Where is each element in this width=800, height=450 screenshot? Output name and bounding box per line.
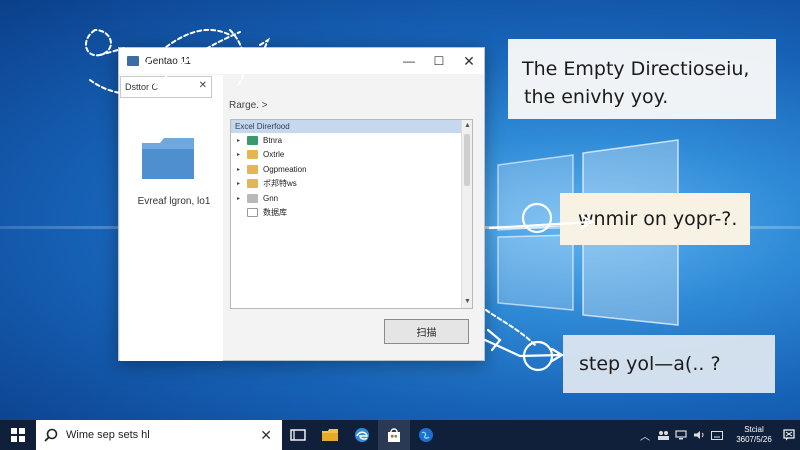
folder-gray-icon <box>247 193 258 203</box>
folder-label: Evreaf lgron, lo1 <box>137 196 211 207</box>
clock-time: Stcial <box>744 425 764 434</box>
window-title: Gentao 11 <box>145 55 191 67</box>
file-icon <box>247 208 258 218</box>
clock-date: 3607/5/26 <box>736 435 772 444</box>
task-view-icon[interactable] <box>282 420 314 450</box>
taskbar: Wime sep sets hl ✕ ︿ Stcial 3607/5/26 <box>0 420 800 450</box>
people-icon[interactable] <box>654 420 672 450</box>
tree-item-label: Gnn <box>263 193 279 203</box>
keyboard-icon[interactable] <box>708 420 726 450</box>
taskbar-search[interactable]: Wime sep sets hl ✕ <box>36 420 282 450</box>
folder-icon <box>247 164 258 174</box>
title-bar[interactable]: Gentao 11 — ☐ ✕ <box>119 48 484 74</box>
folder-green-icon <box>247 135 258 145</box>
folder-icon[interactable] <box>140 135 196 181</box>
search-icon <box>44 428 58 442</box>
folder-icon <box>247 179 258 189</box>
start-button[interactable] <box>0 420 36 450</box>
callout-top-line1: The Empty Directioseiu, <box>522 58 750 80</box>
drive-tab-label: Dsttor C <box>125 82 159 92</box>
maximize-button[interactable]: ☐ <box>424 48 454 74</box>
tree-item[interactable]: ▸ Btnra <box>231 133 472 148</box>
scan-button[interactable]: 扫描 <box>384 319 469 344</box>
directory-list[interactable]: Excel Direrfood ▸ Btnra ▸ Oxtrle ▸ Ogpme… <box>230 119 473 309</box>
tree-item-label: 数据库 <box>263 208 287 218</box>
callout-top: The Empty Directioseiu, the enivhy yoy. <box>508 39 776 119</box>
breadcrumb[interactable]: Rarge. > <box>229 100 268 111</box>
close-button[interactable]: ✕ <box>454 48 484 74</box>
callout-bottom: step yol—a(.. ? <box>563 335 775 393</box>
tree-item-label: Ogpmeation <box>263 164 307 174</box>
network-icon[interactable] <box>672 420 690 450</box>
minimize-button[interactable]: — <box>394 48 424 74</box>
scroll-thumb[interactable] <box>464 134 470 186</box>
tree-item[interactable]: 数据库 <box>231 206 472 221</box>
list-header[interactable]: Excel Direrfood <box>231 120 472 133</box>
tree-item[interactable]: ▸ Gnn <box>231 191 472 206</box>
tree-item-label: Oxtrle <box>263 150 285 160</box>
tab-close-icon[interactable]: ✕ <box>199 80 207 91</box>
tree-item-label: Btnra <box>263 135 283 145</box>
folder-icon <box>247 150 258 160</box>
expand-arrow-icon[interactable]: ▸ <box>237 166 247 173</box>
left-pane: Dsttor C ✕ Evreaf lgron, lo1 <box>120 75 223 361</box>
expand-arrow-icon[interactable]: ▸ <box>237 180 247 187</box>
tree-item-label: ポ邦特ws <box>263 179 297 189</box>
file-explorer-icon[interactable] <box>314 420 346 450</box>
scroll-down-icon[interactable]: ▼ <box>462 296 473 308</box>
file-explorer-window: Gentao 11 — ☐ ✕ Dsttor C ✕ Evreaf lgron,… <box>118 47 485 361</box>
notification-icon[interactable] <box>778 420 800 450</box>
drive-tab[interactable]: Dsttor C ✕ <box>120 76 212 98</box>
directory-dialog: Excel Direrfood ▸ Btnra ▸ Oxtrle ▸ Ogpme… <box>227 114 482 358</box>
expand-arrow-icon[interactable]: ▸ <box>237 137 247 144</box>
store-icon[interactable] <box>378 420 410 450</box>
callout-top-line2: the enivhy yoy. <box>524 86 669 108</box>
globe-icon[interactable] <box>410 420 442 450</box>
search-clear-icon[interactable]: ✕ <box>260 427 272 444</box>
chevron-up-icon[interactable]: ︿ <box>636 420 654 450</box>
volume-icon[interactable] <box>690 420 708 450</box>
scroll-up-icon[interactable]: ▲ <box>462 120 473 132</box>
tree-item[interactable]: ▸ ポ邦特ws <box>231 177 472 192</box>
system-tray: ︿ Stcial 3607/5/26 <box>636 420 800 450</box>
vertical-scrollbar[interactable]: ▲ ▼ <box>461 120 472 308</box>
expand-arrow-icon[interactable]: ▸ <box>237 151 247 158</box>
app-icon <box>127 56 139 66</box>
expand-arrow-icon[interactable]: ▸ <box>237 195 247 202</box>
tree-item[interactable]: ▸ Oxtrle <box>231 148 472 163</box>
clock[interactable]: Stcial 3607/5/26 <box>730 425 778 445</box>
edge-browser-icon[interactable] <box>346 420 378 450</box>
tree-item[interactable]: ▸ Ogpmeation <box>231 162 472 177</box>
windows-icon <box>11 428 25 442</box>
callout-middle: wnmir on yopr-?. <box>560 193 750 245</box>
search-input[interactable]: Wime sep sets hl <box>66 429 260 441</box>
